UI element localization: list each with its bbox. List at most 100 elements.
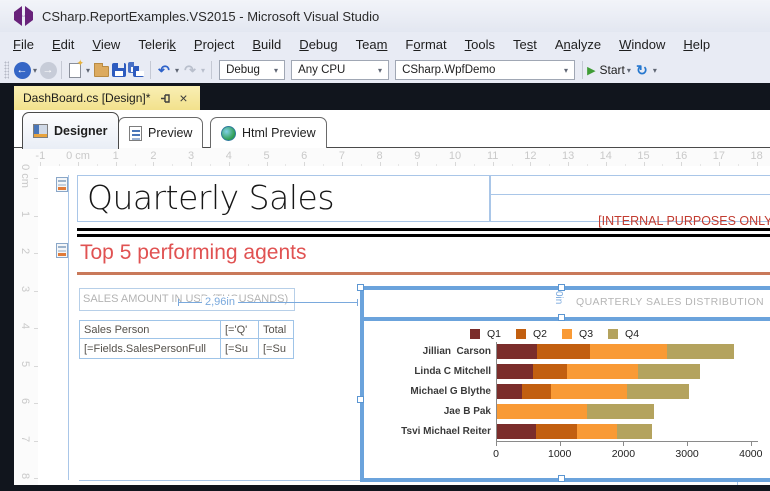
- title-bar: CSharp.ReportExamples.VS2015 - Microsoft…: [0, 0, 770, 32]
- double-rule[interactable]: [77, 228, 770, 237]
- menu-item-format[interactable]: Format: [396, 34, 455, 55]
- start-label: Start: [599, 63, 625, 77]
- table-cell[interactable]: [=Su: [259, 339, 294, 359]
- selection-border-bottom[interactable]: [360, 478, 770, 482]
- refresh-dropdown-icon[interactable]: ▾: [651, 66, 659, 75]
- ruler-label: 2: [150, 150, 157, 162]
- ruler-label: 8: [376, 150, 383, 162]
- table-header-cell[interactable]: Total: [259, 321, 294, 339]
- resize-handle[interactable]: [357, 396, 364, 403]
- start-dropdown-icon[interactable]: ▾: [625, 66, 633, 75]
- ruler-label: 11: [486, 150, 499, 162]
- menu-item-analyze[interactable]: Analyze: [546, 34, 610, 55]
- menu-item-debug[interactable]: Debug: [290, 34, 346, 55]
- resize-handle[interactable]: [558, 475, 565, 482]
- bar-segment-q2: [533, 364, 568, 379]
- report-table[interactable]: Sales Person [='Q' Total [=Fields.SalesPers…: [79, 320, 294, 359]
- navigate-back-button[interactable]: ←: [13, 59, 31, 81]
- back-dropdown-icon[interactable]: ▾: [31, 66, 39, 75]
- section-handle-icon[interactable]: [56, 243, 68, 258]
- table-cell[interactable]: [=Su: [221, 339, 259, 359]
- resize-handle[interactable]: [558, 314, 565, 321]
- menu-item-team[interactable]: Team: [347, 34, 397, 55]
- category-label: Jae B Pak: [443, 406, 491, 417]
- menu-item-window[interactable]: Window: [610, 34, 674, 55]
- navigate-forward-button[interactable]: →: [39, 59, 57, 81]
- legend-label: Q2: [533, 328, 548, 340]
- redo-dropdown-icon[interactable]: ▾: [199, 66, 207, 75]
- ruler-label: 2: [19, 247, 31, 255]
- tab-designer[interactable]: Designer: [22, 112, 119, 149]
- axis-tick-label: 0: [493, 448, 499, 460]
- save-button[interactable]: [110, 59, 128, 81]
- resize-handle[interactable]: [558, 284, 565, 291]
- ruler-label: 3: [188, 150, 195, 162]
- section-heading-text[interactable]: Top 5 performing agents: [80, 241, 306, 265]
- bar-segment-q2: [535, 424, 577, 439]
- close-icon[interactable]: ×: [179, 91, 187, 105]
- design-surface[interactable]: Quarterly Sales [INTERNAL PURPOSES ONLY]…: [38, 166, 770, 485]
- menu-item-file[interactable]: File: [4, 34, 43, 55]
- toolbar-grip[interactable]: [4, 61, 9, 79]
- ruler-label: 3: [19, 285, 31, 292]
- ruler-label: 5: [263, 150, 270, 162]
- tab-html-preview[interactable]: Html Preview: [210, 117, 327, 148]
- refresh-button[interactable]: ↻: [633, 59, 651, 81]
- table-header-cell[interactable]: Sales Person: [80, 321, 221, 339]
- category-label: Michael G Blythe: [410, 386, 491, 397]
- undo-button[interactable]: ↶: [155, 59, 173, 81]
- menu-item-telerik[interactable]: Telerik: [129, 34, 185, 55]
- report-title-textbox[interactable]: Quarterly Sales: [77, 175, 490, 222]
- menu-item-help[interactable]: Help: [674, 34, 719, 55]
- axis-tick: [687, 442, 689, 446]
- ruler-label: 5: [19, 360, 31, 367]
- menu-item-build[interactable]: Build: [243, 34, 290, 55]
- table-header-cell[interactable]: [='Q': [221, 321, 259, 339]
- configuration-select[interactable]: Debug ▾: [219, 60, 286, 80]
- startup-project-select[interactable]: CSharp.WpfDemo ▾: [395, 60, 576, 80]
- undo-dropdown-icon[interactable]: ▾: [173, 66, 181, 75]
- new-file-button[interactable]: [66, 58, 84, 81]
- axis-tick: [559, 442, 561, 446]
- selection-border-left[interactable]: [360, 286, 364, 482]
- menu-item-edit[interactable]: Edit: [43, 34, 83, 55]
- selection-border-mid[interactable]: [360, 317, 770, 321]
- platform-select[interactable]: Any CPU ▾: [291, 60, 390, 80]
- value-axis-line: [496, 441, 758, 442]
- document-tab[interactable]: DashBoard.cs [Design]* ×: [14, 86, 200, 110]
- axis-tick-label: 2000: [611, 448, 636, 460]
- new-file-dropdown-icon[interactable]: ▾: [84, 66, 92, 75]
- category-label: Linda C Mitchell: [414, 366, 491, 377]
- menu-item-project[interactable]: Project: [185, 34, 243, 55]
- legend-item: Q4: [608, 328, 639, 340]
- tab-preview[interactable]: Preview: [118, 117, 204, 148]
- save-all-button[interactable]: [128, 59, 146, 81]
- pin-icon[interactable]: [160, 93, 171, 104]
- menu-item-test[interactable]: Test: [504, 34, 546, 55]
- refresh-icon: ↻: [636, 61, 648, 78]
- visual-studio-logo-icon: [14, 6, 33, 26]
- table-cell[interactable]: [=Fields.SalesPersonFull: [80, 339, 221, 359]
- chart-item[interactable]: QUARTERLY SALES DISTRIBUTION 0in Q1 Q2 Q3 Q…: [357, 284, 770, 482]
- bar-row: [497, 364, 700, 379]
- menu-item-view[interactable]: View: [83, 34, 129, 55]
- ruler-label: 12: [524, 150, 537, 162]
- tab-label: Html Preview: [242, 126, 316, 140]
- toolbar-separator: [582, 61, 584, 79]
- legend-item: Q1: [470, 328, 501, 340]
- open-file-button[interactable]: [92, 59, 110, 81]
- heading-rule[interactable]: [77, 272, 770, 275]
- start-debug-button[interactable]: ▶ Start: [587, 59, 625, 81]
- globe-icon: [221, 125, 236, 141]
- section-handle-icon[interactable]: [56, 177, 68, 192]
- tab-label: Designer: [54, 124, 108, 138]
- selection-border-top[interactable]: [360, 286, 770, 290]
- menu-item-tools[interactable]: Tools: [456, 34, 504, 55]
- bar-segment-q1: [497, 424, 536, 439]
- axis-tick: [623, 442, 625, 446]
- redo-button[interactable]: ↷: [181, 59, 199, 81]
- legend-swatch: [608, 329, 619, 339]
- resize-handle[interactable]: [357, 284, 364, 291]
- internal-note-textbox[interactable]: [INTERNAL PURPOSES ONLY]: [490, 175, 770, 228]
- note-divider-line: [491, 194, 770, 195]
